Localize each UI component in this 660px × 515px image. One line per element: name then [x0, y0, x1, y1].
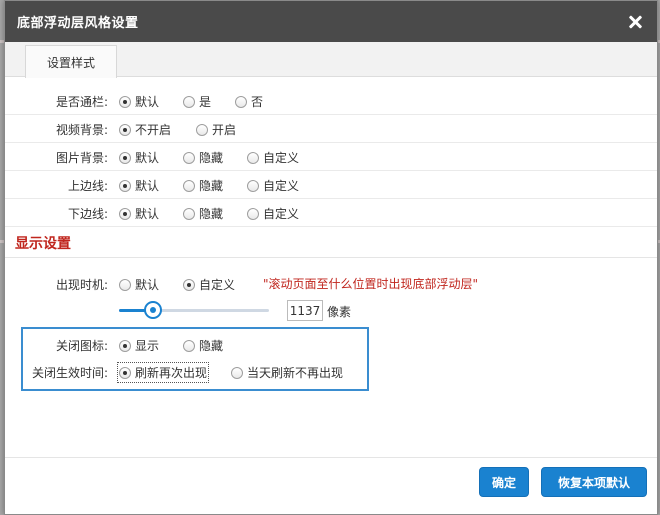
radio-bottom-default[interactable]: 默认 — [119, 205, 159, 222]
dialog-titlebar: 底部浮动层风格设置 — [5, 1, 657, 42]
radio-image-default[interactable]: 默认 — [119, 149, 159, 166]
display-settings-heading: 显示设置 — [15, 236, 71, 252]
tab-style-settings[interactable]: 设置样式 — [25, 45, 117, 78]
dialog-title: 底部浮动层风格设置 — [17, 16, 139, 31]
row-label: 下边线: — [67, 207, 108, 221]
radio-close-icon-show[interactable]: 显示 — [119, 337, 159, 354]
option-label: 默认 — [135, 95, 160, 109]
restore-default-button[interactable]: 恢复本项默认 — [541, 467, 647, 497]
radio-appear-default[interactable]: 默认 — [119, 276, 159, 293]
row-label: 是否通栏: — [55, 95, 108, 109]
radio-icon — [183, 151, 195, 164]
radio-appear-custom[interactable]: 自定义 — [183, 276, 235, 293]
row-close-icon: 关闭图标: 显示 隐藏 — [5, 331, 657, 359]
radio-top-default[interactable]: 默认 — [119, 177, 159, 194]
row-label: 图片背景: — [55, 151, 108, 165]
radio-icon — [183, 179, 195, 192]
unit-label: 像素 — [327, 305, 352, 319]
scroll-offset-slider-handle[interactable] — [144, 301, 162, 319]
row-tonglan: 是否通栏: 默认 是 否 — [5, 87, 657, 115]
radio-top-hide[interactable]: 隐藏 — [183, 177, 223, 194]
row-label: 上边线: — [67, 179, 108, 193]
section-divider — [5, 257, 657, 258]
option-label: 当天刷新不再出现 — [247, 366, 344, 380]
radio-icon — [183, 95, 195, 108]
row-video-bg: 视频背景: 不开启 开启 — [5, 115, 657, 143]
radio-top-custom[interactable]: 自定义 — [247, 177, 299, 194]
row-appear-time: 出现时机: 默认 自定义 "滚动页面至什么位置时出现底部浮动层" — [5, 270, 657, 298]
option-label: 自定义 — [199, 278, 236, 292]
radio-icon — [119, 95, 131, 108]
radio-icon — [183, 339, 195, 352]
radio-icon — [119, 207, 131, 220]
option-label: 是 — [199, 95, 212, 109]
row-top-border: 上边线: 默认 隐藏 自定义 — [5, 171, 657, 199]
appear-time-hint: "滚动页面至什么位置时出现底部浮动层" — [263, 277, 479, 291]
dialog-content: 是否通栏: 默认 是 否 视频背景: 不开启 开启 图片背景: 默认 隐藏 自定… — [5, 77, 657, 497]
option-label: 不开启 — [135, 123, 172, 137]
tab-bar: 设置样式 — [5, 42, 657, 78]
radio-icon — [247, 179, 259, 192]
row-label: 视频背景: — [55, 123, 108, 137]
radio-icon — [183, 278, 195, 291]
radio-icon — [231, 366, 243, 379]
radio-close-icon-hide[interactable]: 隐藏 — [183, 337, 223, 354]
radio-no-reappear-today[interactable]: 当天刷新不再出现 — [231, 364, 343, 381]
option-label: 自定义 — [263, 207, 300, 221]
radio-bottom-hide[interactable]: 隐藏 — [183, 205, 223, 222]
option-label: 否 — [251, 95, 264, 109]
option-label: 自定义 — [263, 151, 300, 165]
radio-video-off[interactable]: 不开启 — [119, 121, 171, 138]
option-label: 隐藏 — [199, 179, 224, 193]
option-label: 默认 — [135, 207, 160, 221]
radio-icon — [247, 151, 259, 164]
scroll-offset-input[interactable] — [287, 300, 323, 321]
radio-icon — [235, 95, 247, 108]
row-close-effect: 关闭生效时间: 刷新再次出现 当天刷新不再出现 — [5, 358, 657, 386]
style-settings-dialog: 底部浮动层风格设置 设置样式 是否通栏: 默认 是 否 视频背景: 不开启 开启… — [4, 0, 658, 515]
option-label: 隐藏 — [199, 207, 224, 221]
option-label: 默认 — [135, 151, 160, 165]
footer-divider — [5, 457, 657, 458]
radio-video-on[interactable]: 开启 — [196, 121, 236, 138]
radio-bottom-custom[interactable]: 自定义 — [247, 205, 299, 222]
option-label: 刷新再次出现 — [135, 366, 208, 380]
close-icon[interactable] — [625, 12, 645, 32]
radio-tonglan-no[interactable]: 否 — [235, 93, 263, 110]
radio-tonglan-default[interactable]: 默认 — [119, 93, 159, 110]
option-label: 默认 — [135, 179, 160, 193]
radio-tonglan-yes[interactable]: 是 — [183, 93, 211, 110]
radio-icon — [119, 366, 131, 379]
row-image-bg: 图片背景: 默认 隐藏 自定义 — [5, 143, 657, 171]
row-label: 出现时机: — [55, 278, 108, 292]
radio-icon — [119, 123, 131, 136]
option-label: 默认 — [135, 278, 160, 292]
radio-image-custom[interactable]: 自定义 — [247, 149, 299, 166]
radio-icon — [119, 339, 131, 352]
radio-image-hide[interactable]: 隐藏 — [183, 149, 223, 166]
radio-icon — [183, 207, 195, 220]
confirm-button[interactable]: 确定 — [479, 467, 529, 497]
option-label: 自定义 — [263, 179, 300, 193]
row-label: 关闭生效时间: — [31, 366, 108, 380]
radio-icon — [119, 179, 131, 192]
row-label: 关闭图标: — [55, 339, 108, 353]
option-label: 开启 — [212, 123, 237, 137]
option-label: 隐藏 — [199, 151, 224, 165]
option-label: 显示 — [135, 339, 160, 353]
row-bottom-border: 下边线: 默认 隐藏 自定义 — [5, 199, 657, 227]
option-label: 隐藏 — [199, 339, 224, 353]
radio-icon — [119, 278, 131, 291]
radio-refresh-reappear[interactable]: 刷新再次出现 — [116, 362, 210, 383]
radio-icon — [119, 151, 131, 164]
radio-icon — [247, 207, 259, 220]
radio-icon — [196, 123, 208, 136]
